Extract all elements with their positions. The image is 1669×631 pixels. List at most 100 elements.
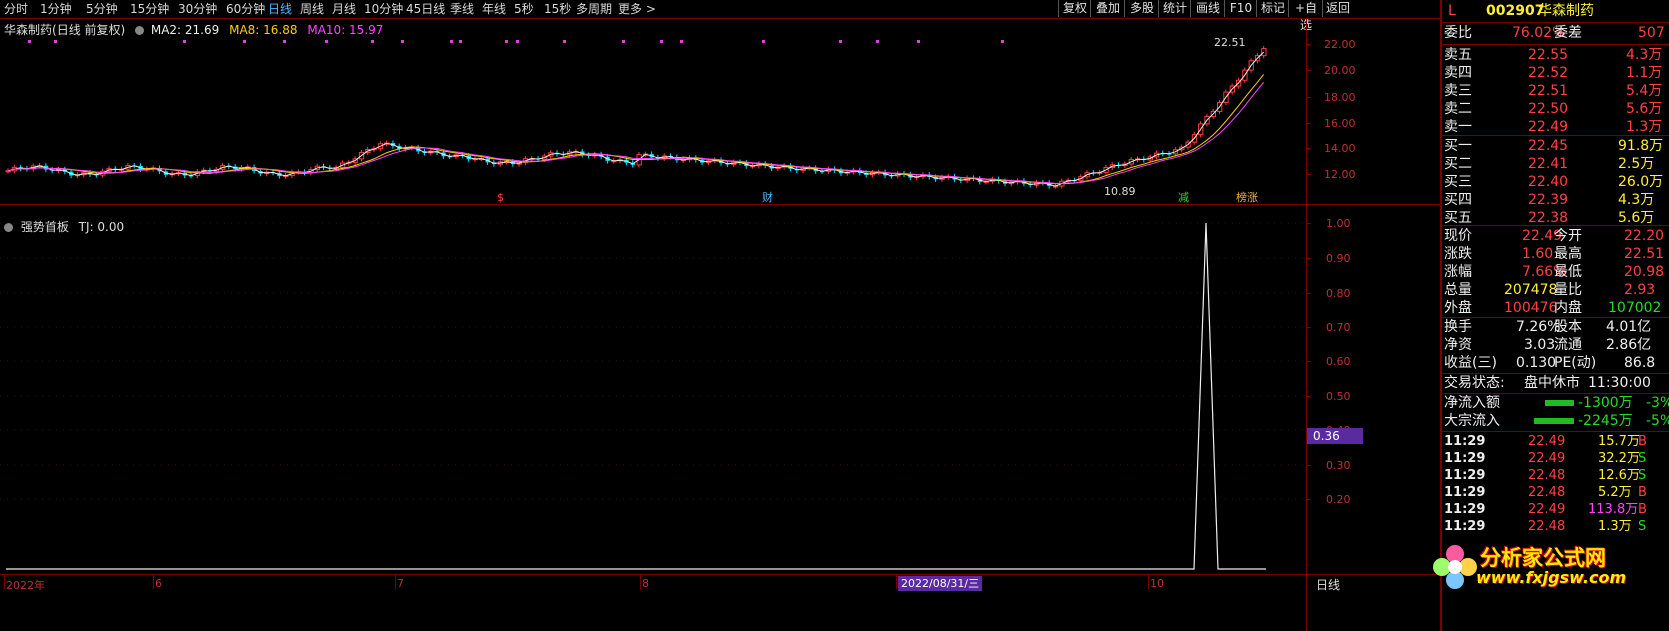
event-marker[interactable]: 榜涨 bbox=[1236, 190, 1258, 204]
flow-pct: -3% bbox=[1646, 395, 1669, 411]
signal-dot bbox=[680, 40, 683, 43]
price-tick: 22.00 bbox=[1324, 38, 1356, 51]
event-marker[interactable]: 财 bbox=[762, 190, 773, 204]
fund-label: 流通 bbox=[1554, 337, 1582, 353]
ask-label: 卖一 bbox=[1444, 119, 1472, 135]
price-tick-mark bbox=[1306, 148, 1311, 149]
low-annotation: 10.89 bbox=[1104, 185, 1136, 198]
price-axis-divider bbox=[1306, 18, 1307, 631]
bid-volume: 26.0万 bbox=[1618, 174, 1664, 190]
stat-value: 1.60 bbox=[1522, 246, 1554, 262]
fund-value: 4.01亿 bbox=[1606, 319, 1652, 335]
ask-row[interactable]: 卖四 22.52 1.1万 bbox=[1442, 64, 1669, 82]
bid-row[interactable]: 买四 22.39 4.3万 bbox=[1442, 191, 1669, 209]
toolbar-button-3[interactable]: 统计 bbox=[1158, 0, 1191, 17]
tick-side: S bbox=[1638, 468, 1647, 483]
x-axis-tick bbox=[896, 575, 897, 589]
ma8-line bbox=[7, 74, 1265, 185]
period-tab-9[interactable]: 10分钟 bbox=[364, 1, 403, 17]
period-tab-0[interactable]: 分时 bbox=[4, 1, 28, 17]
indicator-tick-mark bbox=[1306, 396, 1311, 397]
event-marker[interactable]: $ bbox=[497, 191, 504, 204]
signal-dot bbox=[183, 40, 186, 43]
period-tab-3[interactable]: 15分钟 bbox=[130, 1, 169, 17]
ask-row[interactable]: 卖二 22.50 5.6万 bbox=[1442, 100, 1669, 118]
price-tick-mark bbox=[1306, 123, 1311, 124]
ask-price: 22.51 bbox=[1528, 83, 1569, 99]
stat-label: 现价 bbox=[1444, 228, 1472, 244]
quote-panel: L 002907 华森制药 委比 76.02% 委差 507 卖五 22.55 4.… bbox=[1433, 0, 1669, 631]
period-tab-13[interactable]: 5秒 bbox=[514, 1, 534, 17]
bid-volume: 91.8万 bbox=[1618, 138, 1664, 154]
tick-volume: 1.3万 bbox=[1598, 519, 1632, 534]
x-axis-tick bbox=[640, 575, 641, 589]
bid-label: 买二 bbox=[1444, 156, 1472, 172]
signal-dot bbox=[660, 40, 663, 43]
toolbar-button-5[interactable]: F10 bbox=[1224, 0, 1257, 17]
trade-status-label: 交易状态: bbox=[1444, 375, 1505, 391]
period-tab-15[interactable]: 多周期 bbox=[576, 1, 612, 17]
tick-time: 11:29 bbox=[1444, 502, 1486, 517]
toolbar-button-8[interactable]: 返回 bbox=[1322, 0, 1353, 17]
candlestick-chart[interactable]: 22.51 10.89 $ 财 减 榜涨 bbox=[0, 19, 1300, 205]
bid-row[interactable]: 买三 22.40 26.0万 bbox=[1442, 173, 1669, 191]
tick-price: 22.48 bbox=[1528, 468, 1566, 483]
toolbar-button-7[interactable]: +自选 bbox=[1288, 0, 1323, 32]
tick-price: 22.48 bbox=[1528, 519, 1566, 534]
period-toolbar: 分时 1分钟 5分钟 15分钟 30分钟 60分钟 日线 周线 月线 10分钟 45日线 季线 年线 5秒… bbox=[0, 0, 1440, 32]
toolbar-button-0[interactable]: 复权 bbox=[1058, 0, 1091, 17]
ask-row[interactable]: 卖一 22.49 1.3万 bbox=[1442, 118, 1669, 136]
ask-row[interactable]: 卖三 22.51 5.4万 bbox=[1442, 82, 1669, 100]
period-tab-2[interactable]: 5分钟 bbox=[86, 1, 118, 17]
period-tab-8[interactable]: 月线 bbox=[332, 1, 356, 17]
bid-row[interactable]: 买二 22.41 2.5万 bbox=[1442, 155, 1669, 173]
signal-dot bbox=[325, 40, 328, 43]
indicator-tick-mark bbox=[1306, 223, 1311, 224]
stat-value: 2.93 bbox=[1624, 282, 1656, 298]
indicator-tick-mark bbox=[1306, 258, 1311, 259]
stat-value: 107002 bbox=[1608, 300, 1662, 316]
price-tick-mark bbox=[1306, 44, 1311, 45]
period-tab-10[interactable]: 45日线 bbox=[406, 1, 445, 17]
fund-row: 净资 3.03 流通 2.86亿 bbox=[1442, 336, 1669, 354]
period-tab-4[interactable]: 30分钟 bbox=[178, 1, 217, 17]
period-tab-6[interactable]: 日线 bbox=[268, 1, 292, 17]
bid-price: 22.45 bbox=[1528, 138, 1569, 154]
toolbar-button-4[interactable]: 画线 bbox=[1190, 0, 1225, 17]
indicator-chart[interactable] bbox=[0, 205, 1305, 575]
toolbar-button-2[interactable]: 多股 bbox=[1124, 0, 1159, 17]
fund-value: 2.86亿 bbox=[1606, 337, 1652, 353]
toolbar-button-6[interactable]: 标记 bbox=[1256, 0, 1289, 17]
period-tab-7[interactable]: 周线 bbox=[300, 1, 324, 17]
indicator-tick-mark bbox=[1306, 293, 1311, 294]
stat-value: 100476 bbox=[1504, 300, 1558, 316]
period-tab-14[interactable]: 15秒 bbox=[544, 1, 571, 17]
weicha-label: 委差 bbox=[1554, 25, 1582, 41]
indicator-tick-mark bbox=[1306, 361, 1311, 362]
period-tab-16[interactable]: 更多 > bbox=[618, 1, 656, 17]
ask-label: 卖三 bbox=[1444, 83, 1472, 99]
stat-value: 22.51 bbox=[1624, 246, 1665, 262]
tick-volume: 32.2万 bbox=[1598, 451, 1640, 466]
bid-label: 买一 bbox=[1444, 138, 1472, 154]
period-label[interactable]: 日线 bbox=[1316, 576, 1340, 593]
period-tab-12[interactable]: 年线 bbox=[482, 1, 506, 17]
signal-dot bbox=[401, 40, 404, 43]
fund-row: 收益(三) 0.130 PE(动) 86.8 bbox=[1442, 354, 1669, 372]
bid-volume: 4.3万 bbox=[1618, 192, 1655, 208]
tick-side: S bbox=[1638, 519, 1647, 534]
event-marker[interactable]: 减 bbox=[1178, 191, 1189, 204]
trade-status-row: 交易状态: 盘中休市 11:30:00 bbox=[1442, 374, 1669, 392]
period-tab-1[interactable]: 1分钟 bbox=[40, 1, 72, 17]
toolbar-button-1[interactable]: 叠加 bbox=[1090, 0, 1125, 17]
x-axis-label: 10 bbox=[1150, 577, 1164, 590]
indicator-current-value: 0.36 bbox=[1307, 428, 1363, 444]
stat-row: 涨幅 7.66% 最低 20.98 bbox=[1442, 263, 1669, 281]
period-tab-11[interactable]: 季线 bbox=[450, 1, 474, 17]
ask-row[interactable]: 卖五 22.55 4.3万 bbox=[1442, 46, 1669, 64]
bid-row[interactable]: 买一 22.45 91.8万 bbox=[1442, 137, 1669, 155]
period-tab-5[interactable]: 60分钟 bbox=[226, 1, 265, 17]
signal-dot bbox=[243, 40, 246, 43]
signal-dot bbox=[563, 40, 566, 43]
tick-price: 22.48 bbox=[1528, 485, 1566, 500]
